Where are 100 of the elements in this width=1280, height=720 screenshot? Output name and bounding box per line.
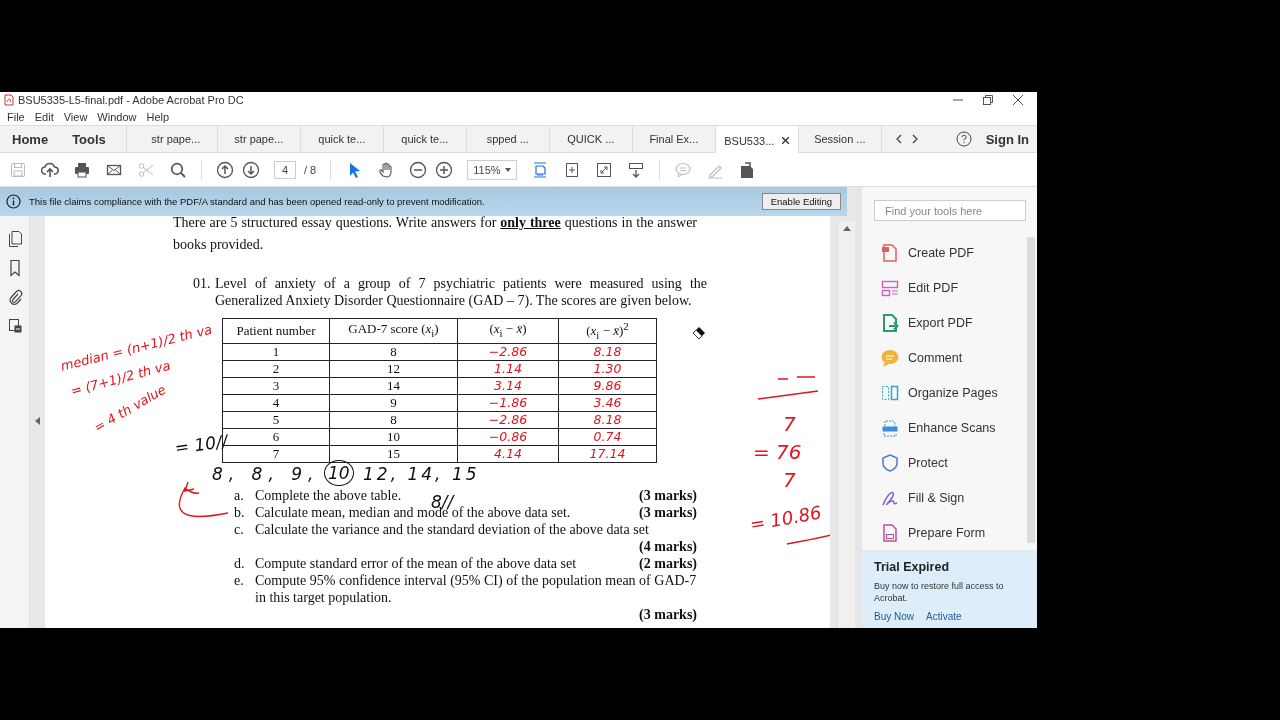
chevron-right-icon[interactable] xyxy=(911,134,918,144)
item-letter: b. xyxy=(234,503,246,521)
close-icon[interactable] xyxy=(1013,95,1023,105)
caret-icon xyxy=(505,167,512,172)
close-icon[interactable] xyxy=(782,137,790,144)
table-cell: 4 xyxy=(222,394,330,412)
sub-question-text: Compute standard error of the mean of the above data set xyxy=(255,554,577,572)
keyboard-down-icon[interactable] xyxy=(627,160,646,179)
tool-item[interactable]: Comment xyxy=(880,340,1037,375)
column-header: Patient number xyxy=(222,318,330,344)
document-tab[interactable]: BSU533... xyxy=(715,126,799,153)
sub-question-text: Calculate the variance and the standard deviation of the above data set xyxy=(255,520,649,538)
table-cell: 1 xyxy=(222,343,330,361)
menu-item[interactable]: File xyxy=(2,110,30,123)
item-letter: e. xyxy=(234,571,245,590)
menu-item[interactable]: View xyxy=(58,110,93,123)
tools-search-field[interactable]: Find your tools here xyxy=(874,200,1026,221)
question-number: 01. xyxy=(193,275,212,293)
trial-link[interactable]: Activate xyxy=(926,611,962,622)
item-letter: a. xyxy=(234,486,245,504)
handwritten-value: 3.14 xyxy=(457,377,559,395)
handwritten-value: 8.18 xyxy=(558,411,657,429)
tool-item[interactable]: Edit PDF xyxy=(880,270,1037,305)
handwritten-note: 7 xyxy=(783,412,796,436)
handwritten-value: −2.86 xyxy=(457,343,559,361)
table-cell: 2 xyxy=(222,360,330,378)
table-cell: 5 xyxy=(222,411,330,429)
paperclip-icon[interactable] xyxy=(6,288,23,306)
handwritten-value: 4.14 xyxy=(457,445,559,463)
window-title: BSU5335-L5-final.pdf - Adobe Acrobat Pro DC xyxy=(18,94,244,106)
help-icon[interactable] xyxy=(955,131,972,147)
trial-text: Buy now to restore full access to Acrobat. xyxy=(874,580,1005,604)
handwritten-note: 7 xyxy=(783,468,796,492)
zoom-in-icon[interactable] xyxy=(435,160,454,179)
table-cell: 9 xyxy=(329,394,458,412)
table-cell: 12 xyxy=(329,360,458,378)
collapse-left-icon[interactable] xyxy=(35,417,40,425)
table-cell: 3 xyxy=(222,377,330,395)
pages-icon[interactable] xyxy=(6,230,23,248)
handwritten-value: −2.86 xyxy=(457,411,559,429)
table-cell: 8 xyxy=(329,411,458,429)
handwritten-value: −1.86 xyxy=(457,394,559,412)
arrow-up-circle-icon[interactable] xyxy=(216,160,234,179)
page-number-field[interactable]: 4 xyxy=(274,160,296,179)
cloud-upload-icon[interactable] xyxy=(41,160,59,179)
handwritten-value: −0.86 xyxy=(457,428,559,446)
tool-item[interactable]: Create PDF xyxy=(880,235,1037,270)
arrow-down-circle-icon[interactable] xyxy=(242,160,260,179)
enable-editing-button[interactable]: Enable Editing xyxy=(761,193,841,210)
scrollbar-thumb[interactable] xyxy=(1027,237,1035,543)
chevron-left-icon[interactable] xyxy=(895,134,902,144)
ink-arrow xyxy=(178,481,229,518)
handwritten-value: 9.86 xyxy=(558,377,657,395)
menu-item[interactable]: Edit xyxy=(29,110,59,123)
printer-icon[interactable] xyxy=(73,160,91,179)
tool-item[interactable]: Fill & Sign xyxy=(880,480,1037,515)
ink-stroke xyxy=(757,376,819,400)
search-icon[interactable] xyxy=(169,160,187,179)
handwritten-note: 12, 14, 15 xyxy=(363,464,480,484)
zoom-out-icon[interactable] xyxy=(409,160,428,179)
marks-label: (4 marks) xyxy=(639,537,697,555)
info-icon xyxy=(6,194,21,209)
page-count: / 8 xyxy=(304,163,317,176)
item-letter: c. xyxy=(234,520,245,539)
handwritten-value: 1.14 xyxy=(457,360,559,378)
handwritten-note: = 76 xyxy=(753,440,802,464)
handwritten-value: 3.46 xyxy=(558,394,657,412)
sub-question-text: Compute 95% confidence interval (95% CI) of the population mean of GAD-7 in this target population. xyxy=(255,571,697,606)
handwritten-value: 8.18 xyxy=(558,343,657,361)
table-cell: 10 xyxy=(329,428,458,446)
sign-in-link[interactable]: Sign In xyxy=(985,131,1029,147)
column-header: (x$_{i}$ − x̄)$^{2}$ xyxy=(558,318,657,344)
full-screen-icon[interactable] xyxy=(595,160,614,179)
nav-tab[interactable]: Home xyxy=(0,126,61,152)
sub-question-text: Complete the above table. xyxy=(255,486,402,504)
column-header: (x$_{i}$ − x̄) xyxy=(457,318,559,344)
restore-icon[interactable] xyxy=(983,95,993,105)
tool-item[interactable]: Prepare Form xyxy=(880,515,1037,550)
tool-item[interactable]: Enhance Scans xyxy=(880,410,1037,445)
tool-item[interactable]: Export PDF xyxy=(880,305,1037,340)
table-cell: 7 xyxy=(222,445,330,463)
marks-label: (3 marks) xyxy=(639,486,697,504)
handwritten-value: 17.14 xyxy=(558,445,657,463)
zoom-dropdown[interactable]: 115% xyxy=(467,159,518,180)
column-header: GAD-7 score (x$_{i}$) xyxy=(329,318,458,344)
handwritten-value: 1.30 xyxy=(558,360,657,378)
scroll-up-icon[interactable] xyxy=(842,226,851,231)
marks-label: (2 marks) xyxy=(639,554,697,572)
tool-item[interactable]: Protect xyxy=(880,445,1037,480)
handwritten-note: = 10.86 xyxy=(748,501,824,535)
marks-label: (3 marks) xyxy=(639,605,697,623)
handwritten-note: 8, 8, 9, xyxy=(212,464,320,484)
nav-tab[interactable]: Tools xyxy=(60,126,118,152)
tool-item[interactable]: Organize Pages xyxy=(880,375,1037,410)
menu-item[interactable]: Window xyxy=(92,110,142,123)
banner-message: This file claims compliance with the PDF/A standard and has been opened read-only to prevent modification. xyxy=(29,196,485,207)
trial-title: Trial Expired xyxy=(874,560,951,574)
trial-link[interactable]: Buy Now xyxy=(874,611,914,622)
menu-item[interactable]: Help xyxy=(141,110,175,123)
ink-underline xyxy=(786,533,830,545)
